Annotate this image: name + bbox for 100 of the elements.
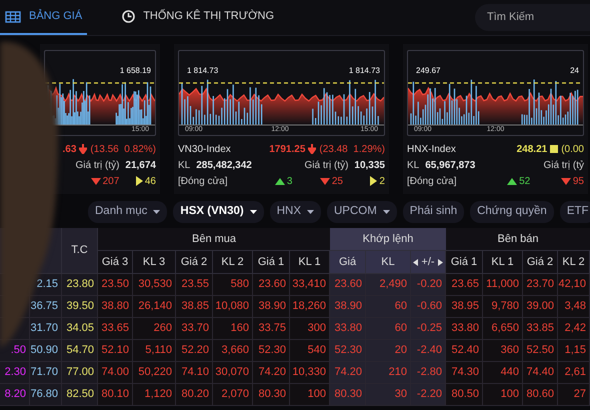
column-header: KL 1 [290,251,330,274]
table-cell: 74.20 [330,362,366,384]
table-cell: 74.10 [176,362,213,384]
nav-tab[interactable]: BẢNG GIÁ [0,0,88,35]
volume-label: KL [407,158,420,172]
table-cell: 23.80 [62,274,98,296]
table-cell: 74.40 [523,362,558,384]
table-cell: 52.40 [446,340,483,362]
column-header: Giá 2 [523,251,558,274]
column-header: KL 1 [483,251,523,274]
filter-tab[interactable]: UPCOM [326,201,397,223]
value-label: Giá trị (tỷ) [304,158,348,172]
table-cell: 1,15 [558,340,590,362]
column-header: T.C [62,228,98,274]
table-cell: 38.80 [98,296,133,318]
table-cell: 60 [366,318,411,340]
nav-tab[interactable]: THỐNG KÊ THỊ TRƯỜNG [117,0,280,35]
group-header: Khớp lệnh [330,228,446,251]
index-name: VN30-Index [178,142,231,156]
table-cell: 27 [558,384,590,406]
table-cell: 76.80 [30,384,62,406]
table-cell: 52.50 [523,340,558,362]
table-cell: 39.50 [62,296,98,318]
table-cell: -2.40 [411,340,446,362]
peak-label: 1 814.73 [187,65,218,77]
table-cell: 10,080 [213,296,253,318]
table-cell: 11,000 [483,274,523,296]
index-change: (0.00 [561,142,584,156]
search-field[interactable]: Tìm Kiếm [475,4,590,31]
volume-value: 65,967,873 [425,158,476,172]
table-cell: -0.20 [411,274,446,296]
table-cell: 23.60 [330,274,366,296]
index-price: 1791.25 [269,142,306,156]
count-value: 95 [572,174,584,188]
table-cell: 360 [483,340,523,362]
peak-label: 24 [570,65,579,77]
table-cell: 38.95 [446,296,483,318]
table-cell: 23.50 [98,274,133,296]
table-cell: 2,490 [366,274,411,296]
table-cell: 2,42 [558,318,590,340]
table-cell: 74.20 [253,362,290,384]
table-cell: 20 [366,340,411,362]
table-cell: 50,220 [133,362,176,384]
table-cell: 23.60 [253,274,290,296]
index-change: (13.56 0.82%) [90,142,156,156]
column-header: KL [366,251,411,274]
table-cell: 80.60 [523,384,558,406]
index-name: HNX-Index [407,142,456,156]
filter-tab[interactable]: Danh mục [88,201,168,223]
table-cell: 34.05 [62,318,98,340]
table-cell: 74.00 [98,362,133,384]
count-value: 3 [286,174,292,188]
table-cell: 30 [366,384,411,406]
table-cell: 30,070 [213,362,253,384]
table-cell: 82.50 [62,384,98,406]
table-cell: 440 [483,362,523,384]
market-status: [Đóng cửa] [407,174,456,188]
table-cell: 100 [483,384,523,406]
column-header: KL 2 [558,251,590,274]
volume-label: KL [178,158,190,172]
table-cell: 36.75 [30,296,62,318]
table-cell: 42,10 [558,274,590,296]
table-cell: 80.10 [98,384,133,406]
table-cell: 80.30 [330,384,366,406]
filter-tab[interactable]: HSX (VN30) [173,201,264,223]
table-cell: 3,48 [558,296,590,318]
table-cell: 31.70 [30,318,62,340]
table-cell: 52.20 [176,340,213,362]
column-header: Giá 3 [98,251,133,274]
column-header: Giá 1 [253,251,290,274]
filter-tab[interactable]: Phái sinh [402,201,464,223]
filter-tab[interactable]: Chứng quyền [470,201,554,223]
count-value: 25 [332,174,343,188]
table-cell: 3,660 [213,340,253,362]
market-status: [Đóng cửa] [178,174,228,188]
column-header: +/- [421,254,435,270]
table-cell: 50.90 [30,340,62,362]
table-cell: 38.85 [176,296,213,318]
table-cell: 23.70 [523,274,558,296]
table-cell: 52.30 [253,340,290,362]
table-cell: 33.80 [446,318,483,340]
table-cell: 5,110 [133,340,176,362]
table-cell: .50 [0,340,30,362]
table-cell: 210 [366,362,411,384]
value-label: Giá trị (tỷ [543,158,584,172]
table-cell: 33.65 [98,318,133,340]
count-value: 52 [519,174,530,188]
table-cell: 23.55 [176,274,213,296]
table-cell: 60 [366,296,411,318]
column-header: KL 3 [133,251,176,274]
table-cell: -0.60 [411,296,446,318]
filter-tab[interactable]: ETF [560,201,590,223]
table-cell: 2.30 [0,362,30,384]
index-price: 248.21 [516,142,548,156]
table-cell: 52.10 [98,340,133,362]
index-price: .63 [62,142,76,156]
filter-tab[interactable]: HNX [270,201,321,223]
table-cell: 2,61 [558,362,590,384]
column-header: KL 2 [213,251,253,274]
volume-value: 285,482,342 [196,158,252,172]
